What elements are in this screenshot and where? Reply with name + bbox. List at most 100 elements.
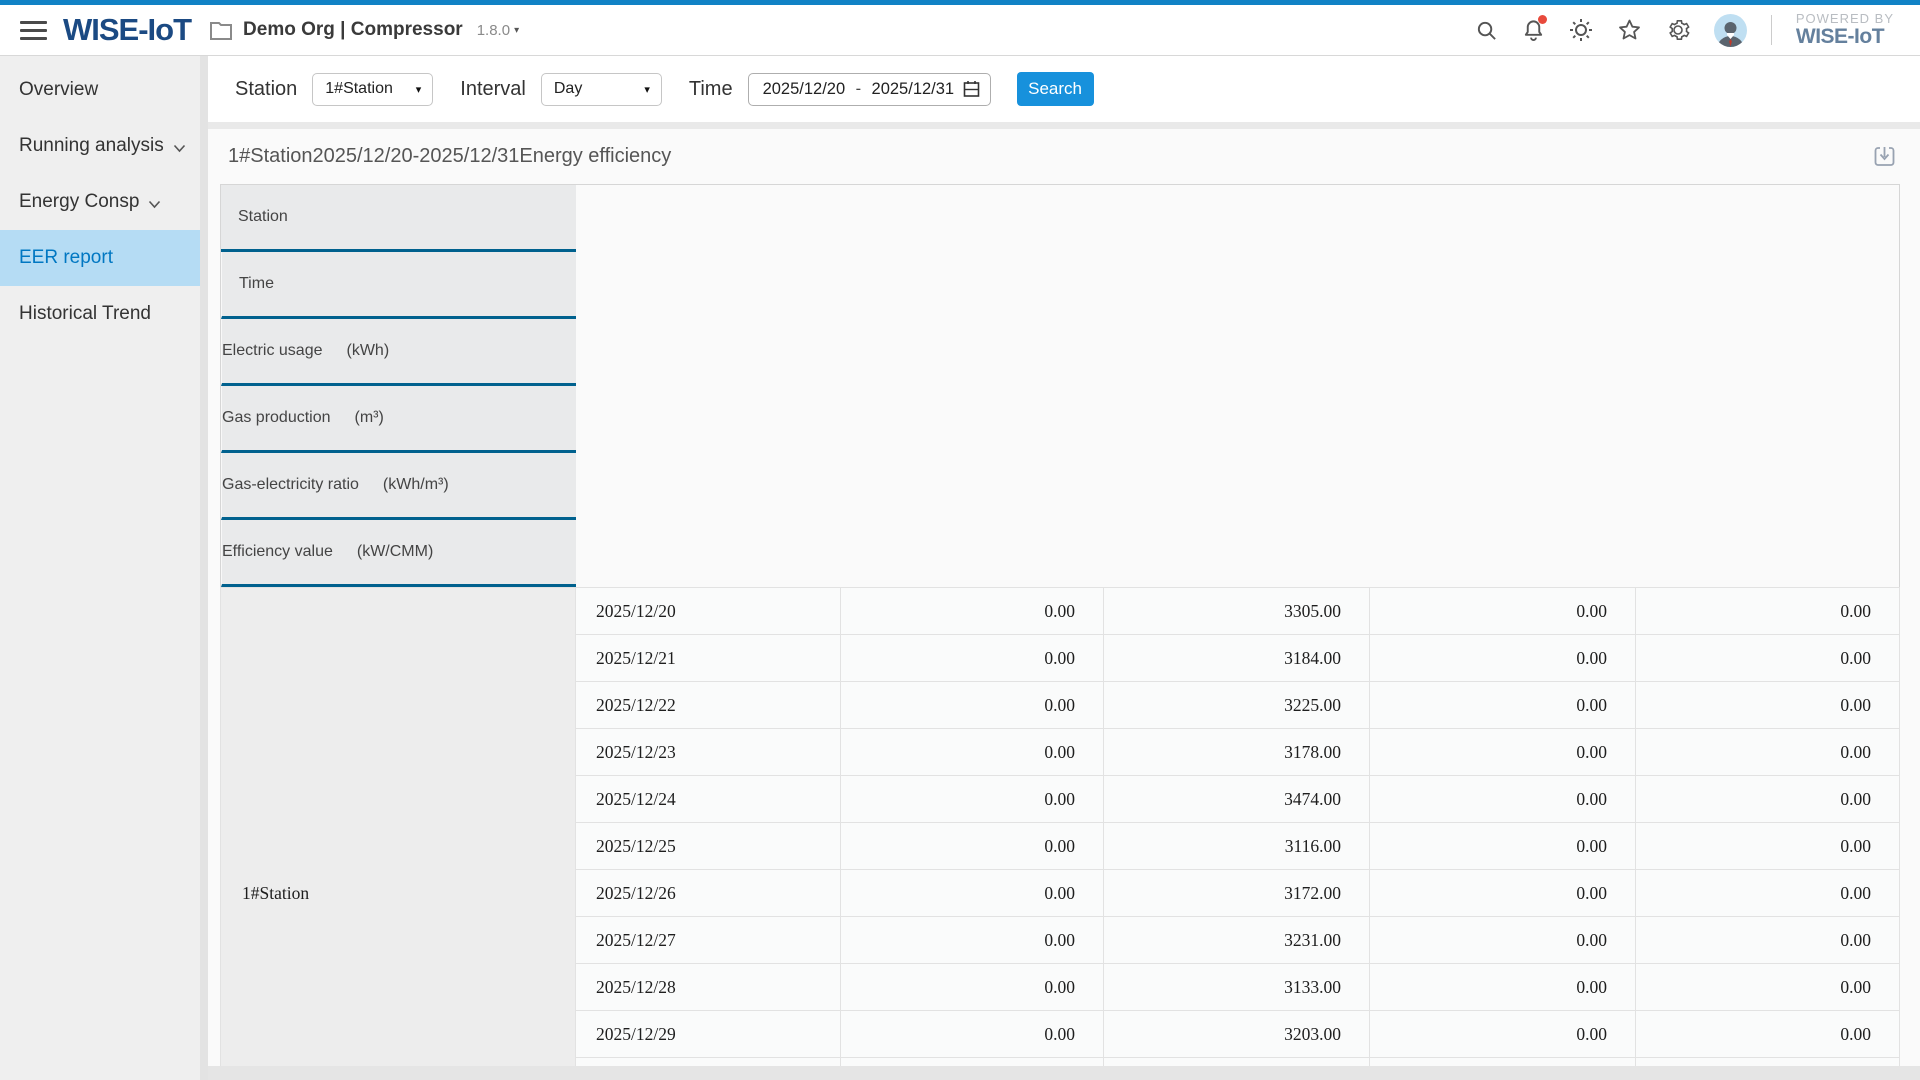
col-header-efficiency-value: Efficiency value (kW/CMM): [221, 520, 576, 587]
station-label: Station: [235, 78, 297, 101]
col-header-unit: (kWh): [347, 339, 390, 362]
chevron-down-icon: ▾: [644, 83, 650, 96]
sidebar-item-label: EER report: [19, 247, 113, 269]
time-cell: 2025/12/21: [576, 635, 841, 682]
notifications-icon[interactable]: [1522, 18, 1545, 42]
value-cell: 0.00: [1370, 917, 1636, 964]
settings-icon[interactable]: [1666, 18, 1690, 42]
value-cell: 0.00: [1636, 917, 1900, 964]
station-select[interactable]: 1#Station ▾: [312, 73, 433, 106]
search-button[interactable]: Search: [1017, 72, 1094, 106]
value-cell: 0.00: [1370, 729, 1636, 776]
col-header-label: Gas-electricity ratio: [222, 473, 359, 496]
value-cell: 0.00: [841, 776, 1104, 823]
time-cell: 2025/12/28: [576, 964, 841, 1011]
time-cell: 2025/12/23: [576, 729, 841, 776]
org-name[interactable]: Demo Org | Compressor: [243, 19, 463, 41]
sidebar-item-eer-report[interactable]: EER report: [0, 230, 200, 286]
time-cell: 2025/12/20: [576, 588, 841, 635]
brightness-icon[interactable]: [1569, 18, 1593, 42]
value-cell: 0.00: [841, 1011, 1104, 1058]
value-cell: 3172.00: [1104, 870, 1370, 917]
filter-bar: Station 1#Station ▾ Interval Day ▾ Time …: [208, 56, 1920, 122]
sidebar-item-historical-trend[interactable]: Historical Trend: [0, 286, 200, 342]
notification-badge: [1538, 15, 1547, 24]
value-cell: 0.00: [1636, 870, 1900, 917]
value-cell: 0.00: [841, 729, 1104, 776]
value-cell: 3133.00: [1104, 964, 1370, 1011]
value-cell: 0.00: [841, 964, 1104, 1011]
table-header: Station Time Electric usage (kWh) Gas produc…: [221, 185, 1900, 588]
station-cell: 1#Station: [221, 588, 576, 1080]
date-range-input[interactable]: 2025/12/20 - 2025/12/31: [748, 73, 991, 106]
value-cell: 0.00: [1636, 964, 1900, 1011]
value-cell: 3178.00: [1104, 729, 1370, 776]
interval-select[interactable]: Day ▾: [541, 73, 662, 106]
value-cell: 0.00: [1370, 588, 1636, 635]
value-cell: 0.00: [1636, 588, 1900, 635]
header-divider: [1771, 15, 1772, 45]
app-logo: WISE-IoT: [63, 12, 191, 48]
app-window: WISE-IoT Demo Org | Compressor 1.8.0 ▾: [0, 0, 1920, 1080]
download-icon[interactable]: [1872, 144, 1897, 169]
eer-table: Station Time Electric usage (kWh) Gas produc…: [220, 184, 1900, 1080]
sidebar-item-label: Historical Trend: [19, 303, 151, 325]
chevron-down-icon: [173, 144, 186, 153]
report-section: 1#Station2025/12/20-2025/12/31Energy eff…: [208, 129, 1920, 1080]
value-cell: 3305.00: [1104, 588, 1370, 635]
date-start: 2025/12/20: [763, 80, 846, 99]
chevron-down-icon: ▾: [514, 25, 519, 36]
table-row: 1#Station2025/12/200.003305.000.000.00: [221, 588, 1900, 635]
search-icon[interactable]: [1475, 19, 1498, 42]
value-cell: 3184.00: [1104, 635, 1370, 682]
favorites-icon[interactable]: [1617, 18, 1642, 42]
col-header-time: Time: [221, 252, 576, 319]
time-cell: 2025/12/29: [576, 1011, 841, 1058]
col-header-gas-production: Gas production(m³): [221, 386, 576, 453]
col-header-label: Gas production: [222, 406, 331, 429]
vertical-scrollbar[interactable]: [200, 56, 208, 1080]
user-avatar[interactable]: [1714, 14, 1747, 47]
version-selector[interactable]: 1.8.0 ▾: [477, 22, 519, 39]
interval-select-value: Day: [554, 80, 582, 98]
value-cell: 0.00: [841, 588, 1104, 635]
value-cell: 0.00: [1370, 635, 1636, 682]
value-cell: 0.00: [1636, 729, 1900, 776]
col-header-station: Station: [221, 185, 576, 252]
value-cell: 0.00: [841, 635, 1104, 682]
date-end: 2025/12/31: [872, 80, 955, 99]
filter-separator: [208, 122, 1920, 129]
value-cell: 3203.00: [1104, 1011, 1370, 1058]
value-cell: 3116.00: [1104, 823, 1370, 870]
sidebar-item-label: Energy Consp: [19, 191, 139, 213]
col-header-label: Station: [238, 205, 288, 228]
report-title: 1#Station2025/12/20-2025/12/31Energy eff…: [228, 145, 671, 168]
time-cell: 2025/12/22: [576, 682, 841, 729]
menu-icon[interactable]: [20, 21, 47, 40]
sidebar-item-energy-consp[interactable]: Energy Consp: [0, 174, 200, 230]
sidebar: OverviewRunning analysis Energy Consp EER …: [0, 56, 200, 1080]
sidebar-item-running-analysis[interactable]: Running analysis: [0, 118, 200, 174]
sidebar-item-overview[interactable]: Overview: [0, 62, 200, 118]
value-cell: 0.00: [1636, 823, 1900, 870]
value-cell: 0.00: [1370, 823, 1636, 870]
value-cell: 0.00: [1370, 776, 1636, 823]
col-header-unit: (kW/CMM): [357, 540, 433, 563]
app-header: WISE-IoT Demo Org | Compressor 1.8.0 ▾: [0, 5, 1920, 56]
value-cell: 3231.00: [1104, 917, 1370, 964]
chevron-down-icon: ▾: [416, 83, 422, 96]
chevron-down-icon: [148, 200, 161, 209]
value-cell: 3225.00: [1104, 682, 1370, 729]
org-folder-icon: [209, 19, 233, 41]
calendar-icon: [963, 80, 980, 98]
value-cell: 0.00: [841, 682, 1104, 729]
horizontal-scrollbar[interactable]: [208, 1066, 1920, 1080]
station-select-value: 1#Station: [325, 80, 393, 98]
value-cell: 0.00: [1370, 964, 1636, 1011]
col-header-label: Efficiency value: [222, 540, 333, 563]
powered-by-brand: WISE-IoT: [1796, 26, 1894, 48]
col-header-gas-electricity-ratio: Gas-electricity ratio (kWh/m³): [221, 453, 576, 520]
col-header-label: Electric usage: [222, 339, 323, 362]
date-separator: -: [854, 80, 864, 99]
col-header-unit: (kWh/m³): [383, 473, 449, 496]
